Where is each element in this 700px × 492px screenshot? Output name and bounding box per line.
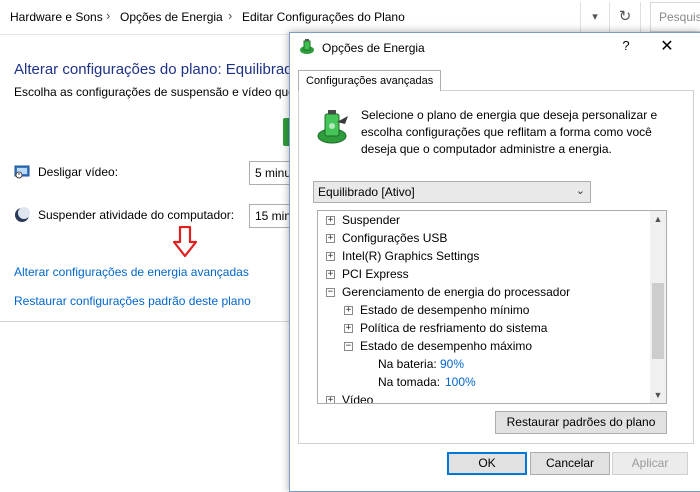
on-battery-label: Na bateria: [378,357,437,371]
expand-icon[interactable]: + [344,306,353,315]
refresh-icon[interactable]: ↻ [609,2,641,32]
scroll-down-icon[interactable]: ▼ [650,387,666,403]
tree-scrollbar[interactable]: ▲ ▼ [650,211,666,403]
restore-plan-defaults-button[interactable]: Restaurar padrões do plano [495,411,667,434]
dialog-title: Opções de Energia [322,41,425,55]
sleep-label: Suspender atividade do computador: [38,208,235,222]
tree-item-label: Suspender [342,213,401,227]
restore-defaults-link[interactable]: Restaurar configurações padrão deste pla… [14,294,251,308]
collapse-icon[interactable]: − [344,342,353,351]
ok-button[interactable]: OK [447,452,527,475]
tree-item-label: Intel(R) Graphics Settings [342,249,480,263]
expand-icon[interactable]: + [326,396,335,403]
advanced-settings-link[interactable]: Alterar configurações de energia avançad… [14,265,249,279]
page-title: Alterar configurações do plano: Equilibr… [14,61,301,78]
plugged-in-label: Na tomada: [378,375,441,389]
on-battery-value[interactable]: 90% [440,357,464,371]
scroll-up-icon[interactable]: ▲ [650,211,666,227]
power-options-icon [300,39,314,54]
intro-text: Selecione o plano de energia que deseja … [361,108,658,156]
tree-item-label: Política de resfriamento do sistema [360,321,548,335]
chevron-down-icon[interactable]: ▾ [580,2,609,32]
breadcrumb-power-options[interactable]: Opções de Energia [120,10,223,24]
tab-advanced-settings[interactable]: Configurações avançadas [298,70,442,91]
plan-dropdown[interactable]: Equilibrado [Ativo] ⌄ [313,181,591,203]
tree-item-label: Configurações USB [342,231,448,245]
breadcrumb-hardware[interactable]: Hardware e Sons [10,10,103,24]
search-input[interactable]: Pesquis [650,2,700,32]
search-placeholder: Pesquis [659,10,700,24]
tree-item-label: Gerenciamento de energia do processador [342,285,571,299]
tree-value-plugged-in[interactable]: Na tomada: 100% [378,374,638,392]
tree-item-label: Vídeo [342,393,374,404]
plan-dropdown-value: Equilibrado [Ativo] [318,185,415,199]
moon-icon [15,207,30,222]
turn-off-display-label: Desligar vídeo: [38,165,119,179]
plugged-in-value[interactable]: 100% [445,375,476,389]
collapse-icon[interactable]: − [326,288,335,297]
monitor-icon [14,165,30,179]
expand-icon[interactable]: + [344,324,353,333]
expand-icon[interactable]: + [326,270,335,279]
apply-button[interactable]: Aplicar [612,452,688,475]
cancel-button[interactable]: Cancelar [530,452,610,475]
breadcrumb-separator: › [228,8,233,23]
close-button[interactable]: ✕ [655,36,679,58]
tree-item-label: Estado de desempenho máximo [360,339,533,353]
address-bar: Hardware e Sons › Opções de Energia › Ed… [0,0,700,35]
tree-item-label: PCI Express [342,267,409,281]
breadcrumb-separator: › [106,8,111,23]
divider [0,321,290,322]
dialog-titlebar[interactable]: Opções de Energia ? ✕ [290,33,700,62]
chevron-down-icon: ⌄ [575,185,585,197]
expand-icon[interactable]: + [326,252,335,261]
arrow-down-icon [172,226,198,258]
power-options-dialog: Opções de Energia ? ✕ Configurações avan… [289,32,700,492]
expand-icon[interactable]: + [326,234,335,243]
tree-item-label: Estado de desempenho mínimo [360,303,530,317]
breadcrumb-edit-plan[interactable]: Editar Configurações do Plano [242,10,405,24]
power-plan-icon [317,110,348,144]
help-button[interactable]: ? [616,38,636,58]
settings-tree[interactable]: + Suspender + Configurações USB + Intel(… [317,210,667,404]
scroll-thumb[interactable] [652,283,664,359]
expand-icon[interactable]: + [326,216,335,225]
tree-value-on-battery[interactable]: Na bateria: 90% [378,356,638,374]
